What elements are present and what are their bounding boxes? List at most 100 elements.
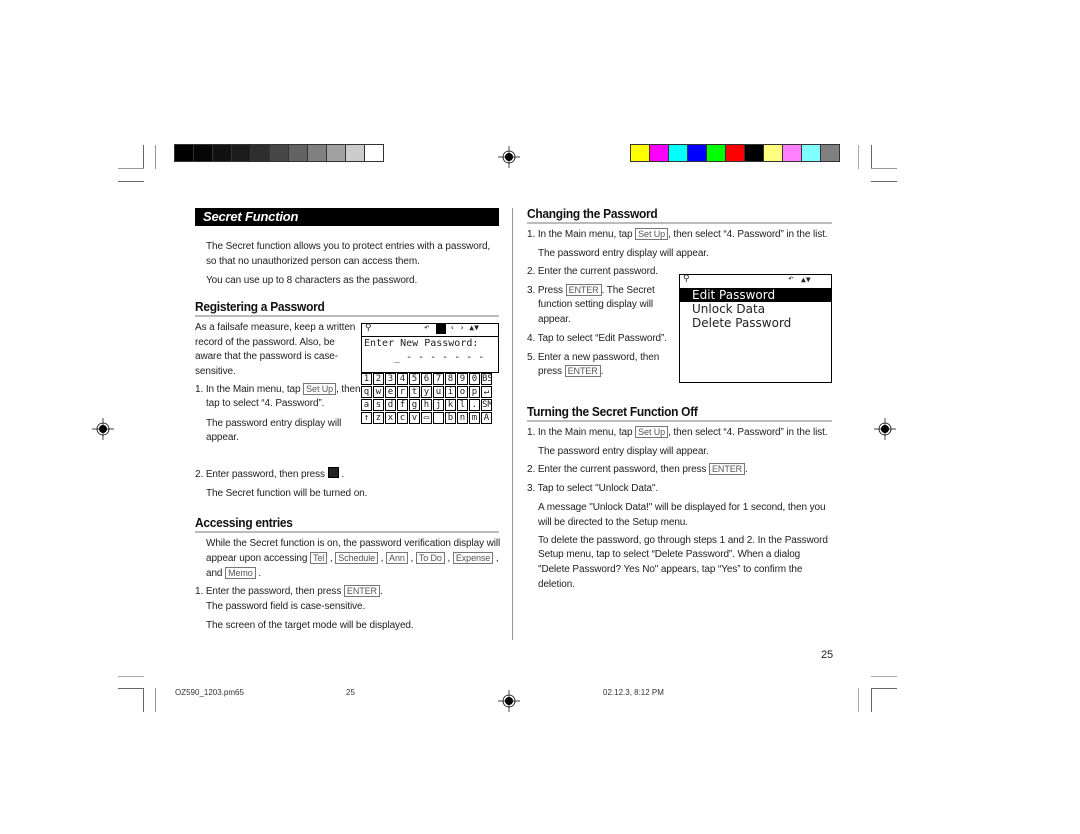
keyboard-key[interactable]: 7 — [433, 373, 444, 385]
keyboard-key[interactable]: 5 — [409, 373, 420, 385]
back-icon: ↶ — [424, 323, 430, 333]
keyboard-key[interactable]: z — [373, 412, 384, 424]
step-text: 3. Tap to select "Unlock Data". — [527, 483, 659, 494]
step-text: 1. In the Main menu, tap — [527, 229, 633, 240]
registration-mark-icon — [874, 418, 896, 440]
step-text: press — [538, 366, 562, 377]
step-note: appear. — [206, 432, 239, 443]
enter-key: ENTER — [709, 463, 746, 475]
keyboard-key[interactable]: 1 — [361, 373, 372, 385]
heading-accessing: Accessing entries — [195, 515, 293, 530]
keyboard-key[interactable]: v — [409, 412, 420, 424]
set-up-key: Set Up — [303, 383, 337, 395]
keyboard-key[interactable]: y — [421, 386, 432, 398]
crop-mark — [118, 688, 144, 689]
keyboard-key[interactable]: 0 — [469, 373, 480, 385]
enter-key: ENTER — [343, 585, 380, 597]
keyboard-key[interactable]: j — [433, 399, 444, 411]
color-swatch — [213, 145, 231, 161]
keyboard-key[interactable]: . — [469, 399, 480, 411]
crop-mark — [871, 688, 897, 689]
footer-date: 02.12.3, 8:12 PM — [603, 688, 664, 697]
color-swatch — [764, 145, 782, 161]
todo-key: To Do — [415, 552, 445, 564]
keyboard-key[interactable]: p — [469, 386, 480, 398]
keyboard-key[interactable]: u — [433, 386, 444, 398]
step-text: appear. — [538, 314, 571, 325]
keyboard-key[interactable]: 3 — [385, 373, 396, 385]
keyboard-key[interactable]: SM — [481, 399, 492, 411]
save-key-icon — [327, 467, 339, 478]
color-swatch — [251, 145, 269, 161]
color-swatch — [289, 145, 307, 161]
keyboard-key[interactable]: i — [445, 386, 456, 398]
crop-mark — [858, 145, 859, 169]
step-text: 1. Enter the password, then press — [195, 586, 342, 597]
keyboard-key[interactable]: c — [397, 412, 408, 424]
color-swatch — [232, 145, 250, 161]
expense-key: Expense — [452, 552, 494, 564]
password-mask: _ - - - - - - - — [394, 352, 485, 363]
accessing-step-1: 1. Enter the password, then press ENTER. — [195, 585, 383, 597]
keyboard-key[interactable]: n — [457, 412, 468, 424]
step-text: , then — [336, 384, 361, 395]
heading-rule — [527, 222, 832, 224]
menu-item-edit-password[interactable]: Edit Password — [680, 288, 831, 302]
keyboard-key[interactable]: s — [373, 399, 384, 411]
key-icon: ⚲ — [365, 323, 372, 333]
keyboard-key[interactable]: o — [457, 386, 468, 398]
keyboard-key[interactable]: 9 — [457, 373, 468, 385]
keyboard-key[interactable]: t — [409, 386, 420, 398]
keyboard-key[interactable]: d — [385, 399, 396, 411]
keyboard-key[interactable]: m — [469, 412, 480, 424]
keyboard-key[interactable]: r — [397, 386, 408, 398]
section-title: Secret Function — [203, 209, 299, 224]
color-swatch — [308, 145, 326, 161]
keyboard-key[interactable]: ↑ — [361, 412, 372, 424]
crop-mark — [155, 688, 156, 712]
keyboard-key[interactable]: q — [361, 386, 372, 398]
keyboard-key[interactable]: f — [397, 399, 408, 411]
keyboard-key[interactable]: 8 — [445, 373, 456, 385]
keyboard-key[interactable]: l — [457, 399, 468, 411]
crop-mark — [871, 168, 897, 169]
key-icon: ⚲ — [683, 274, 690, 284]
keyboard-key[interactable]: b — [445, 412, 456, 424]
keyboard-key[interactable]: Ä — [481, 412, 492, 424]
keyboard-key[interactable] — [433, 412, 444, 424]
heading-registering: Registering a Password — [195, 299, 325, 314]
heading-changing: Changing the Password — [527, 206, 658, 221]
color-swatch — [175, 145, 193, 161]
keyboard-key[interactable]: 4 — [397, 373, 408, 385]
message-text: A message "Unlock Data!" will be display… — [538, 502, 826, 513]
changing-step-1: 1. In the Main menu, tap Set Up, then se… — [527, 227, 828, 242]
keyboard-key[interactable]: w — [373, 386, 384, 398]
color-swatch — [669, 145, 687, 161]
menu-item-delete-password[interactable]: Delete Password — [680, 316, 831, 330]
failsafe-text: sensitive. — [195, 366, 236, 377]
keyboard-key[interactable]: ↵ — [481, 386, 492, 398]
keyboard-key[interactable]: ▭ — [421, 412, 432, 424]
keyboard-key[interactable]: a — [361, 399, 372, 411]
keyboard-key[interactable]: 2 — [373, 373, 384, 385]
step-text: . The Secret — [601, 285, 655, 296]
crop-mark — [118, 168, 144, 169]
keyboard-key[interactable]: g — [409, 399, 420, 411]
register-step-2: 2. Enter password, then press . — [195, 467, 344, 482]
keyboard-key[interactable]: 6 — [421, 373, 432, 385]
registration-mark-icon — [498, 690, 520, 712]
color-swatch — [745, 145, 763, 161]
keyboard-key[interactable]: e — [385, 386, 396, 398]
keyboard-key[interactable]: x — [385, 412, 396, 424]
keyboard-key[interactable]: BS — [481, 373, 492, 385]
footer-filename: OZ590_1203.pm65 — [175, 688, 244, 697]
color-swatch — [270, 145, 288, 161]
registration-mark-icon — [92, 418, 114, 440]
color-swatch — [194, 145, 212, 161]
turning-off-step-2: 2. Enter the current password, then pres… — [527, 463, 748, 475]
crop-mark — [155, 145, 156, 169]
keyboard-key[interactable]: h — [421, 399, 432, 411]
crop-mark — [143, 688, 144, 712]
keyboard-key[interactable]: k — [445, 399, 456, 411]
menu-item-unlock-data[interactable]: Unlock Data — [680, 302, 831, 316]
